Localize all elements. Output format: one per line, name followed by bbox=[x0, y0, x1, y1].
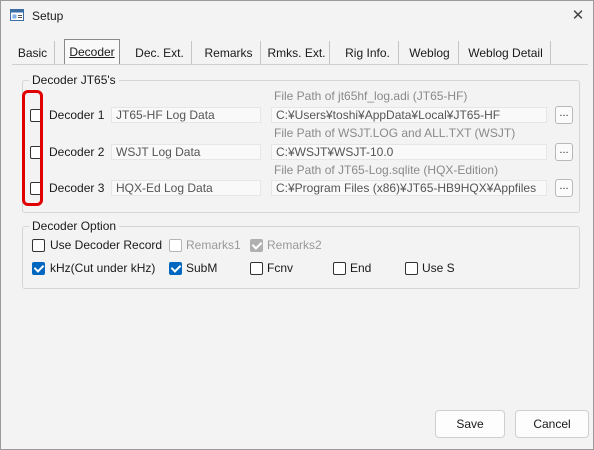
tab-weblog[interactable]: Weblog bbox=[401, 41, 459, 65]
decoder-3-label: Decoder 3 bbox=[49, 181, 105, 195]
remarks1-checkbox[interactable] bbox=[169, 239, 182, 252]
option-group-title: Decoder Option bbox=[29, 219, 120, 233]
close-icon[interactable]: ✕ bbox=[567, 6, 589, 26]
decoder-1-path-label: File Path of jt65hf_log.adi (JT65-HF) bbox=[274, 89, 468, 103]
cancel-button[interactable]: Cancel bbox=[515, 410, 589, 438]
khz-cut-checkbox[interactable] bbox=[32, 262, 45, 275]
tab-label: Decoder bbox=[69, 45, 115, 59]
end-label: End bbox=[350, 261, 372, 275]
tab-label: Weblog Detail bbox=[468, 46, 543, 60]
decoder-3-name-field[interactable]: HQX-Ed Log Data bbox=[111, 180, 261, 196]
decoder-2-path-label: File Path of WSJT.LOG and ALL.TXT (WSJT) bbox=[274, 126, 516, 140]
decoder-group-title: Decoder JT65's bbox=[29, 73, 119, 87]
end-checkbox[interactable] bbox=[333, 262, 346, 275]
khz-cut-label: kHz(Cut under kHz) bbox=[50, 261, 156, 275]
decoder-2-label: Decoder 2 bbox=[49, 145, 105, 159]
decoder-2-name-field[interactable]: WSJT Log Data bbox=[111, 144, 261, 160]
decoder-2-browse-button[interactable]: ... bbox=[555, 143, 573, 161]
use-s-label: Use S bbox=[422, 261, 455, 275]
tab-label: Rig Info. bbox=[345, 46, 390, 60]
use-s-checkbox[interactable] bbox=[405, 262, 418, 275]
tab-label: Dec. Ext. bbox=[135, 46, 184, 60]
decoder-3-path-field[interactable]: C:¥Program Files (x86)¥JT65-HB9HQX¥Appfi… bbox=[271, 180, 547, 196]
tab-basic[interactable]: Basic bbox=[11, 41, 55, 65]
use-decoder-record-label: Use Decoder Record bbox=[50, 238, 163, 252]
setup-window: Setup ✕ Basic Decoder Dec. Ext. Remarks … bbox=[0, 0, 594, 450]
tab-rig-info[interactable]: Rig Info. bbox=[337, 41, 399, 65]
tab-weblog-detail[interactable]: Weblog Detail bbox=[461, 41, 551, 65]
remarks2-checkbox[interactable] bbox=[250, 239, 263, 252]
title-bar: Setup ✕ bbox=[1, 1, 593, 31]
setup-window-icon bbox=[10, 9, 24, 21]
decoder-option-group bbox=[22, 226, 580, 289]
tab-remarks[interactable]: Remarks bbox=[197, 41, 261, 65]
save-button[interactable]: Save bbox=[435, 410, 505, 438]
decoder-1-label: Decoder 1 bbox=[49, 108, 105, 122]
decoder-3-browse-button[interactable]: ... bbox=[555, 179, 573, 197]
tab-label: Remarks bbox=[204, 46, 253, 60]
checkbox-highlight-annotation bbox=[22, 90, 43, 206]
remarks1-label: Remarks1 bbox=[186, 238, 241, 252]
tab-label: Rmks. Ext. bbox=[267, 46, 326, 60]
remarks2-label: Remarks2 bbox=[267, 238, 322, 252]
decoder-3-path-label: File Path of JT65-Log.sqlite (HQX-Editio… bbox=[274, 163, 499, 177]
tab-dec-ext[interactable]: Dec. Ext. bbox=[128, 41, 192, 65]
decoder-1-path-field[interactable]: C:¥Users¥toshi¥AppData¥Local¥JT65-HF bbox=[271, 107, 547, 123]
tab-label: Basic bbox=[17, 46, 48, 60]
subm-label: SubM bbox=[186, 261, 218, 275]
tab-decoder[interactable]: Decoder bbox=[64, 39, 120, 65]
fcnv-label: Fcnv bbox=[267, 261, 294, 275]
use-decoder-record-checkbox[interactable] bbox=[32, 239, 45, 252]
window-title: Setup bbox=[32, 9, 64, 23]
decoder-1-name-field[interactable]: JT65-HF Log Data bbox=[111, 107, 261, 123]
subm-checkbox[interactable] bbox=[169, 262, 182, 275]
tab-rmks-ext[interactable]: Rmks. Ext. bbox=[264, 41, 330, 65]
decoder-1-browse-button[interactable]: ... bbox=[555, 106, 573, 124]
fcnv-checkbox[interactable] bbox=[250, 262, 263, 275]
decoder-2-path-field[interactable]: C:¥WSJT¥WSJT-10.0 bbox=[271, 144, 547, 160]
tab-label: Weblog bbox=[409, 46, 450, 60]
